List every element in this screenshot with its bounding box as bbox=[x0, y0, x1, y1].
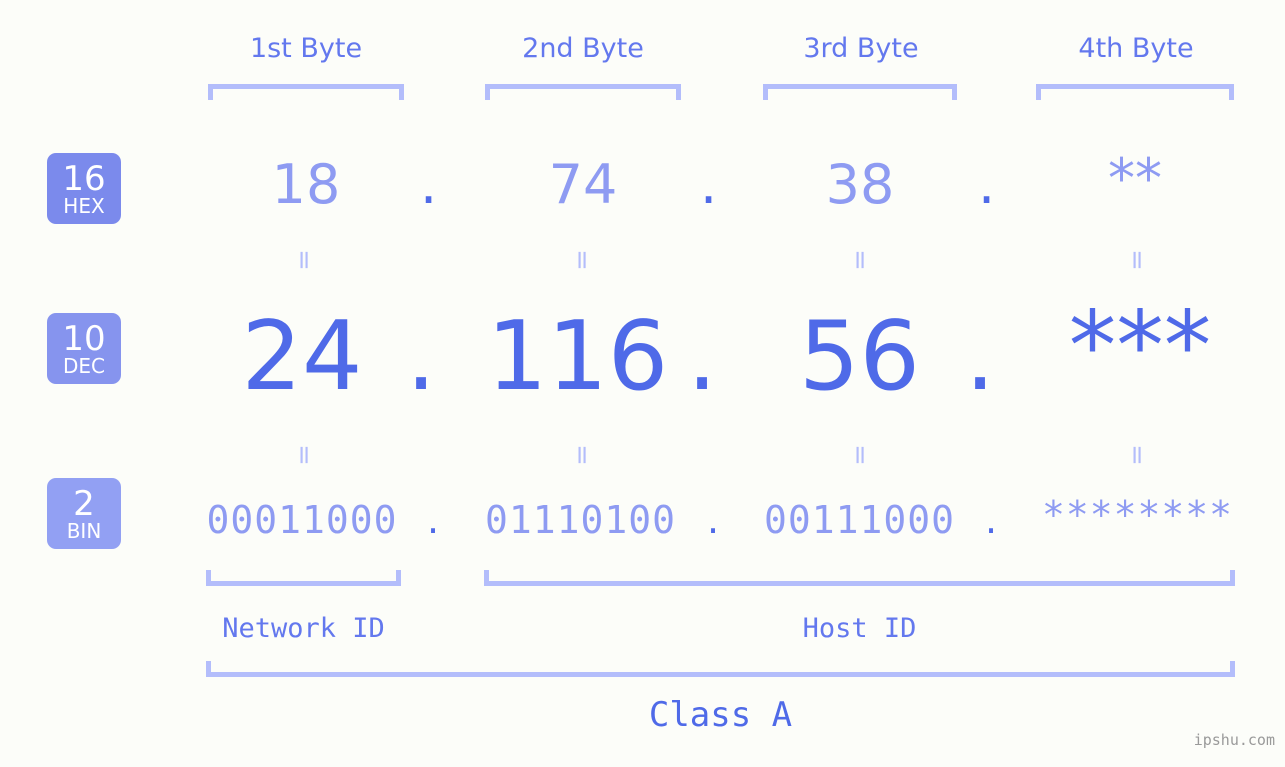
hex-byte-1-value: 18 bbox=[271, 153, 341, 216]
bin-byte-2-value: 01110100 bbox=[484, 498, 677, 542]
byte-bracket-2 bbox=[485, 84, 681, 100]
base-badge-hex-number: 16 bbox=[62, 159, 106, 199]
byte-bracket-4 bbox=[1036, 84, 1234, 100]
equals-icon-dec-bin-2: = bbox=[566, 444, 597, 466]
equals-icon-dec-bin-4: = bbox=[1121, 444, 1152, 466]
byte-bracket-1 bbox=[208, 84, 404, 100]
equals-icon-dec-bin-1: = bbox=[288, 444, 319, 466]
bin-separator-1: . bbox=[427, 498, 440, 542]
dec-separator-3: . bbox=[965, 302, 996, 412]
bin-separator-2: . bbox=[707, 498, 720, 542]
dec-separator-2: . bbox=[687, 302, 718, 412]
hex-byte-3-value: 38 bbox=[825, 153, 895, 216]
dec-byte-1-value: 24 bbox=[241, 302, 363, 412]
dec-byte-3-value: 56 bbox=[799, 302, 920, 412]
base-badge-dec: 10 DEC bbox=[47, 313, 121, 384]
base-badge-hex: 16 HEX bbox=[47, 153, 121, 224]
base-badge-dec-number: 10 bbox=[62, 319, 106, 359]
network-id-label: Network ID bbox=[222, 613, 385, 644]
hex-separator-1: . bbox=[420, 153, 438, 216]
dec-byte-4-value: *** bbox=[1068, 292, 1212, 402]
host-id-bracket bbox=[484, 570, 1235, 586]
bin-byte-1-value: 00011000 bbox=[206, 498, 398, 542]
base-badge-bin-abbr: BIN bbox=[66, 519, 102, 543]
base-badge-hex-abbr: HEX bbox=[63, 194, 105, 218]
base-badge-dec-abbr: DEC bbox=[62, 354, 105, 378]
dec-separator-1: . bbox=[406, 302, 437, 412]
bin-separator-3: . bbox=[985, 498, 998, 542]
host-id-label: Host ID bbox=[802, 613, 917, 644]
byte-header-3: 3rd Byte bbox=[803, 33, 919, 64]
base-badge-bin: 2 BIN bbox=[47, 478, 121, 549]
hex-byte-4-value: ** bbox=[1108, 147, 1162, 210]
ip-address-breakdown-diagram: 1st Byte 2nd Byte 3rd Byte 4th Byte 16 H… bbox=[0, 0, 1285, 767]
byte-bracket-3 bbox=[763, 84, 957, 100]
bin-byte-4-value: ******** bbox=[1041, 493, 1234, 537]
site-watermark: ipshu.com bbox=[1193, 731, 1275, 749]
network-id-bracket bbox=[206, 570, 401, 586]
byte-header-4: 4th Byte bbox=[1078, 33, 1194, 64]
hex-separator-2: . bbox=[700, 153, 718, 216]
class-label: Class A bbox=[648, 695, 793, 735]
dec-byte-2-value: 116 bbox=[486, 302, 669, 412]
equals-icon-hex-dec-4: = bbox=[1121, 249, 1152, 271]
equals-icon-hex-dec-2: = bbox=[566, 249, 597, 271]
byte-header-2: 2nd Byte bbox=[522, 33, 644, 64]
class-bracket bbox=[206, 661, 1235, 677]
base-badge-bin-number: 2 bbox=[73, 484, 95, 524]
equals-icon-hex-dec-3: = bbox=[844, 249, 875, 271]
bin-byte-3-value: 00111000 bbox=[763, 498, 956, 542]
equals-icon-hex-dec-1: = bbox=[288, 249, 319, 271]
byte-header-1: 1st Byte bbox=[249, 33, 363, 64]
hex-byte-2-value: 74 bbox=[548, 153, 618, 216]
hex-separator-3: . bbox=[978, 153, 996, 216]
equals-icon-dec-bin-3: = bbox=[844, 444, 875, 466]
